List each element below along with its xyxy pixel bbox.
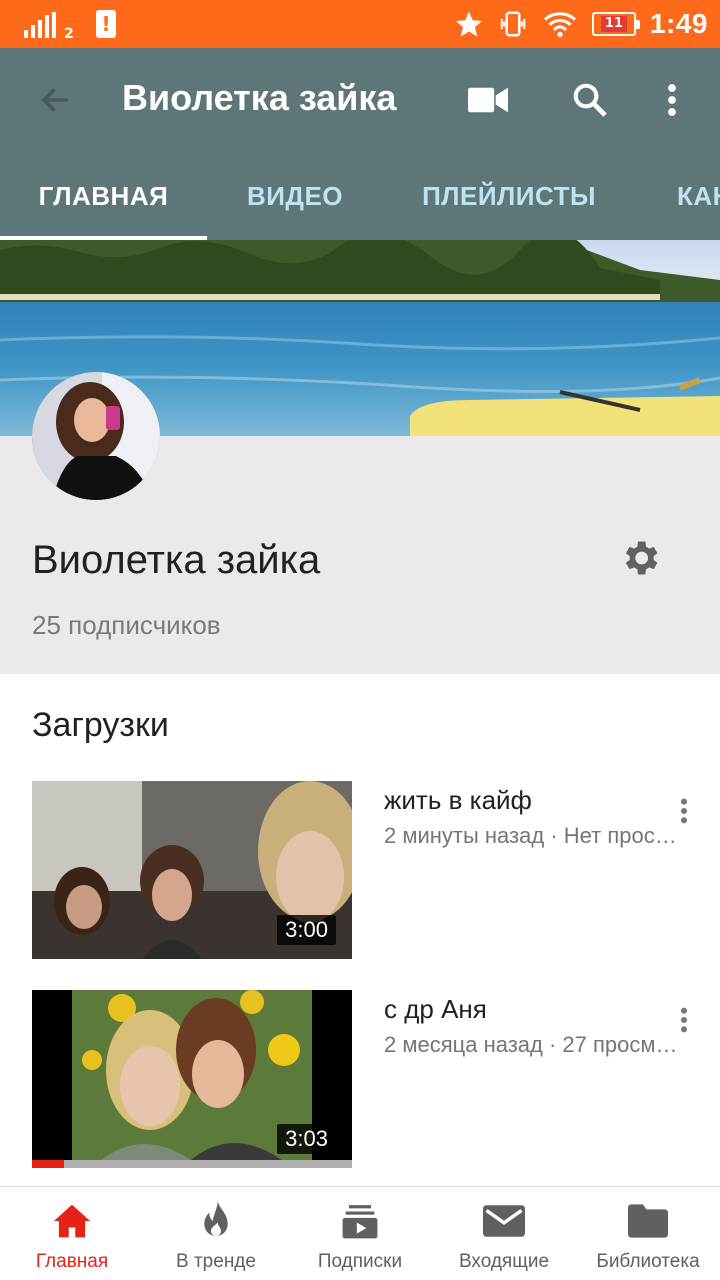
flame-icon (194, 1201, 238, 1241)
more-vert-icon (680, 1007, 688, 1033)
upload-video-button[interactable] (462, 74, 514, 126)
tab-channels[interactable]: КАН (635, 152, 720, 240)
back-button[interactable] (30, 74, 82, 126)
video-item[interactable]: 3:00 жить в кайф 2 минуты назад · Нет пр… (32, 781, 704, 959)
search-icon (573, 83, 607, 117)
bottom-navigation: Главная В тренде Подписки Входящие Библи… (0, 1186, 720, 1280)
more-vert-icon (668, 84, 676, 116)
video-camera-icon (468, 87, 508, 113)
app-bar: Виолетка зайка ГЛАВНАЯ ВИДЕО ПЛЕЙЛИСТЫ К… (0, 48, 720, 240)
channel-name: Виолетка зайка (32, 538, 321, 582)
video-thumbnail[interactable]: 3:03 (32, 990, 352, 1168)
nav-library-label: Библиотека (596, 1251, 700, 1272)
uploads-title: Загрузки (32, 706, 169, 744)
search-button[interactable] (564, 74, 616, 126)
wifi-icon (543, 12, 576, 38)
status-bar: 2 ! 11 1:49 (0, 0, 720, 48)
gear-icon (625, 541, 658, 575)
channel-settings-button[interactable] (612, 530, 668, 586)
back-arrow-icon (41, 88, 68, 112)
video-thumbnail[interactable]: 3:00 (32, 781, 352, 959)
nav-trending[interactable]: В тренде (144, 1187, 288, 1280)
clock: 1:49 (649, 8, 708, 39)
video-title[interactable]: с др Аня (384, 994, 487, 1025)
subscriber-count: 25 подписчиков (32, 610, 221, 640)
watch-progress-fill (32, 1160, 64, 1168)
video-title[interactable]: жить в кайф (384, 785, 532, 816)
more-options-button[interactable] (646, 74, 698, 126)
sim-slot-label: 2 (64, 26, 74, 42)
nav-library[interactable]: Библиотека (576, 1187, 720, 1280)
mail-icon (482, 1201, 526, 1241)
tab-videos[interactable]: ВИДЕО (207, 152, 383, 240)
avatar-image (32, 372, 160, 500)
video-meta: 2 месяца назад · 27 просмотров (384, 1032, 688, 1057)
nav-subscriptions[interactable]: Подписки (288, 1187, 432, 1280)
tab-playlists[interactable]: ПЛЕЙЛИСТЫ (383, 152, 635, 240)
vibrate-icon (500, 11, 526, 37)
watch-progress-bar (32, 1160, 352, 1168)
video-more-button[interactable] (664, 791, 704, 831)
tab-home[interactable]: ГЛАВНАЯ (0, 152, 207, 240)
nav-subscriptions-label: Подписки (317, 1251, 403, 1272)
nav-home[interactable]: Главная (0, 1187, 144, 1280)
video-meta: 2 минуты назад · Нет просмотров (384, 823, 688, 848)
subscriptions-icon (338, 1201, 382, 1241)
more-vert-icon (680, 798, 688, 824)
nav-inbox-label: Входящие (458, 1251, 550, 1272)
nav-inbox[interactable]: Входящие (432, 1187, 576, 1280)
star-icon (455, 11, 483, 37)
video-duration: 3:03 (277, 1124, 336, 1154)
alert-icon: ! (96, 10, 116, 38)
channel-tabs: ГЛАВНАЯ ВИДЕО ПЛЕЙЛИСТЫ КАН (0, 152, 720, 240)
battery-icon: 11 (591, 12, 640, 36)
video-duration: 3:00 (277, 915, 336, 945)
channel-avatar[interactable] (32, 372, 160, 500)
signal-icon (24, 12, 60, 38)
app-title: Виолетка зайка (122, 77, 397, 118)
video-item[interactable]: 3:03 с др Аня 2 месяца назад · 27 просмо… (32, 990, 704, 1168)
folder-icon (626, 1201, 670, 1241)
nav-home-label: Главная (35, 1251, 109, 1272)
home-icon (50, 1201, 94, 1241)
video-more-button[interactable] (664, 1000, 704, 1040)
battery-level: 11 (600, 16, 627, 32)
nav-trending-label: В тренде (176, 1251, 256, 1272)
